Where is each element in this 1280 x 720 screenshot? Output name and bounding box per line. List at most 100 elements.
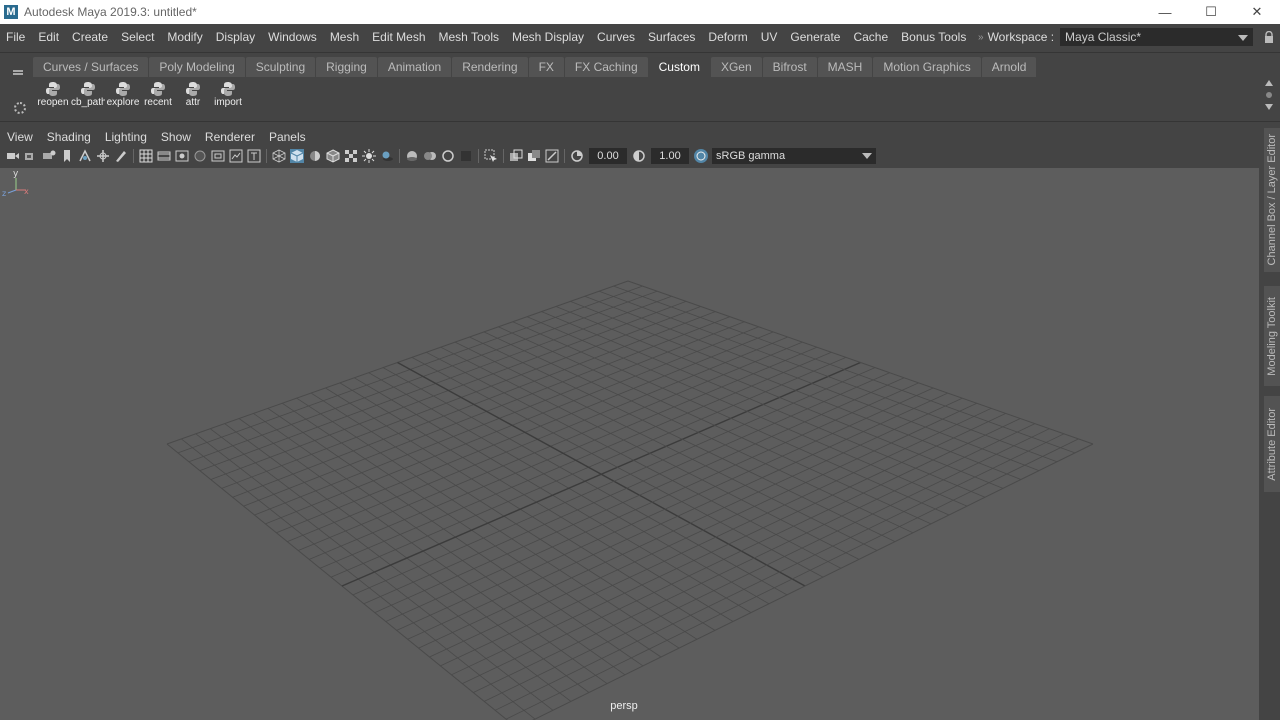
camera-attributes-icon[interactable] bbox=[24, 149, 38, 163]
exposure-field[interactable]: 0.00 bbox=[589, 148, 627, 164]
menu-modify[interactable]: Modify bbox=[161, 30, 209, 44]
panel-menu-lighting[interactable]: Lighting bbox=[98, 130, 154, 144]
menu-deform[interactable]: Deform bbox=[702, 30, 754, 44]
resolution-gate-icon[interactable] bbox=[175, 149, 189, 163]
shelf-button-label: explore bbox=[106, 97, 140, 108]
exposure-icon[interactable] bbox=[570, 149, 584, 163]
shelf-button-import[interactable]: import bbox=[211, 79, 245, 111]
panel-menu-shading[interactable]: Shading bbox=[40, 130, 98, 144]
gamma-field[interactable]: 1.00 bbox=[651, 148, 689, 164]
menu-display[interactable]: Display bbox=[210, 30, 262, 44]
menu-uv[interactable]: UV bbox=[755, 30, 785, 44]
menu-select[interactable]: Select bbox=[115, 30, 161, 44]
persp-viewport[interactable]: y x z persp bbox=[0, 168, 1259, 720]
xray-icon[interactable] bbox=[509, 149, 523, 163]
camera-icon[interactable] bbox=[6, 149, 20, 163]
menu-surfaces[interactable]: Surfaces bbox=[642, 30, 702, 44]
maximize-button[interactable]: ☐ bbox=[1188, 0, 1234, 24]
gear-icon[interactable] bbox=[14, 102, 26, 114]
menu-create[interactable]: Create bbox=[66, 30, 115, 44]
minimize-button[interactable]: — bbox=[1142, 0, 1188, 24]
color-management-icon[interactable] bbox=[694, 149, 708, 163]
lock-icon[interactable] bbox=[1264, 31, 1274, 43]
image-plane-icon[interactable] bbox=[78, 149, 92, 163]
tab-sculpting[interactable]: Sculpting bbox=[245, 57, 316, 77]
menu-file[interactable]: File bbox=[0, 30, 32, 44]
menu-cache[interactable]: Cache bbox=[847, 30, 895, 44]
color-space-select[interactable]: sRGB gamma bbox=[712, 148, 876, 164]
tab-custom[interactable]: Custom bbox=[648, 57, 710, 77]
panel-menu-view[interactable]: View bbox=[0, 130, 40, 144]
tab-xgen[interactable]: XGen bbox=[710, 57, 762, 77]
menu-overflow-icon[interactable]: » bbox=[978, 32, 984, 43]
bookmark-camera-icon[interactable] bbox=[42, 149, 56, 163]
toolbar-separator bbox=[478, 149, 479, 163]
panel-menu-show[interactable]: Show bbox=[154, 130, 198, 144]
menu-edit-mesh[interactable]: Edit Mesh bbox=[366, 30, 432, 44]
bookmark-icon[interactable] bbox=[60, 149, 74, 163]
shelf-button-explore[interactable]: explore bbox=[106, 79, 140, 111]
python-icon bbox=[81, 82, 95, 96]
tab-fx[interactable]: FX bbox=[528, 57, 564, 77]
tab-bifrost[interactable]: Bifrost bbox=[762, 57, 817, 77]
shelf-button-reopen[interactable]: reopen bbox=[36, 79, 70, 111]
grid-icon[interactable] bbox=[139, 149, 153, 163]
tab-attribute-editor[interactable]: Attribute Editor bbox=[1264, 396, 1280, 492]
tab-curves-surfaces[interactable]: Curves / Surfaces bbox=[33, 57, 149, 77]
workspace-value: Maya Classic* bbox=[1065, 30, 1142, 44]
lights-icon[interactable] bbox=[362, 149, 376, 163]
close-button[interactable]: ✕ bbox=[1234, 0, 1280, 24]
isolate-select-icon[interactable] bbox=[484, 149, 498, 163]
film-gate-icon[interactable] bbox=[157, 149, 171, 163]
safe-action-icon[interactable] bbox=[229, 149, 243, 163]
tab-channel-box-layer-editor[interactable]: Channel Box / Layer Editor bbox=[1264, 128, 1280, 272]
menu-windows[interactable]: Windows bbox=[262, 30, 324, 44]
shadows-icon[interactable] bbox=[380, 149, 394, 163]
menu-edit[interactable]: Edit bbox=[32, 30, 66, 44]
menu-mesh[interactable]: Mesh bbox=[324, 30, 366, 44]
tab-motion-graphics[interactable]: Motion Graphics bbox=[873, 57, 981, 77]
gate-mask-icon[interactable] bbox=[193, 149, 207, 163]
menu-mesh-display[interactable]: Mesh Display bbox=[506, 30, 591, 44]
shelf-button-recent[interactable]: recent bbox=[141, 79, 175, 111]
shelf-button-cb-path[interactable]: cb_path bbox=[71, 79, 105, 111]
field-chart-icon[interactable] bbox=[211, 149, 225, 163]
grid-line bbox=[396, 387, 934, 631]
grid-line bbox=[429, 402, 977, 658]
tab-poly-modeling[interactable]: Poly Modeling bbox=[149, 57, 245, 77]
tab-fx-caching[interactable]: FX Caching bbox=[564, 57, 648, 77]
textured-icon[interactable] bbox=[344, 149, 358, 163]
tab-animation[interactable]: Animation bbox=[377, 57, 452, 77]
tab-arnold[interactable]: Arnold bbox=[981, 57, 1037, 77]
grid-line bbox=[484, 428, 1050, 702]
side-tab-label: Attribute Editor bbox=[1266, 407, 1278, 481]
shelf-scroll-icon[interactable] bbox=[1264, 78, 1274, 112]
menu-curves[interactable]: Curves bbox=[591, 30, 642, 44]
panel-menu-panels[interactable]: Panels bbox=[262, 130, 313, 144]
xray-joints-icon[interactable] bbox=[545, 149, 559, 163]
workspace-select[interactable]: Maya Classic* bbox=[1060, 28, 1254, 46]
tab-rendering[interactable]: Rendering bbox=[452, 57, 528, 77]
tab-rigging[interactable]: Rigging bbox=[316, 57, 377, 77]
menu-mesh-tools[interactable]: Mesh Tools bbox=[433, 30, 506, 44]
gamma-icon[interactable] bbox=[632, 149, 646, 163]
wireframe-on-shaded-icon[interactable] bbox=[326, 149, 340, 163]
safe-title-icon[interactable] bbox=[247, 149, 261, 163]
menu-generate[interactable]: Generate bbox=[784, 30, 847, 44]
wireframe-icon[interactable] bbox=[272, 149, 286, 163]
menu-bonus-tools[interactable]: Bonus Tools bbox=[895, 30, 973, 44]
anti-aliasing-icon[interactable] bbox=[441, 149, 455, 163]
2d-pan-zoom-icon[interactable] bbox=[96, 149, 110, 163]
panel-menu-renderer[interactable]: Renderer bbox=[198, 130, 262, 144]
shelf-menu-icon[interactable] bbox=[13, 70, 23, 72]
tab-mash[interactable]: MASH bbox=[817, 57, 873, 77]
screen-space-ao-icon[interactable] bbox=[405, 149, 419, 163]
tab-modeling-toolkit[interactable]: Modeling Toolkit bbox=[1264, 286, 1280, 386]
motion-blur-icon[interactable] bbox=[423, 149, 437, 163]
grease-pencil-icon[interactable] bbox=[114, 149, 128, 163]
depth-of-field-icon[interactable] bbox=[459, 149, 473, 163]
xray-active-components-icon[interactable] bbox=[527, 149, 541, 163]
default-material-icon[interactable] bbox=[308, 149, 322, 163]
smooth-shade-icon[interactable] bbox=[290, 149, 304, 163]
shelf-button-attr[interactable]: attr bbox=[176, 79, 210, 111]
